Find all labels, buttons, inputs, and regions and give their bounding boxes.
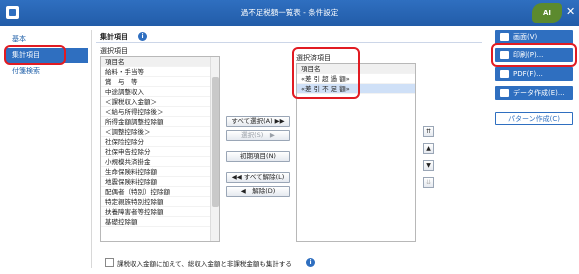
list-item[interactable]: 所得金額調整控除額 [101, 117, 219, 127]
include-total-checkbox[interactable] [105, 258, 114, 267]
select-all-button[interactable]: すべて選択(A) ▶▶ [226, 116, 290, 127]
list-item[interactable]: 生命保険料控除額 [101, 167, 219, 177]
close-button[interactable]: ✕ [566, 6, 575, 18]
data-export-button-label: データ作成(E)... [513, 89, 565, 97]
screen-button-label: 画面(V) [513, 33, 538, 41]
include-total-label: 課税収入金額に加えて、総収入金額と非課税金額も集計する [117, 260, 292, 268]
list-item[interactable]: 小規模共済掛金 [101, 157, 219, 167]
available-list[interactable]: 項目名 給料・手当等 賞 与 等 中途調整収入 ＜課税収入金額＞ ＜給与所得控除… [100, 56, 220, 242]
available-list-label: 選択項目 [100, 47, 128, 55]
data-icon [500, 89, 509, 97]
monitor-icon [500, 33, 509, 41]
logo-ai: AI [532, 3, 562, 23]
list-item[interactable]: ＜給与所得控除後＞ [101, 107, 219, 117]
list-item[interactable]: 配偶者（特別）控除額 [101, 187, 219, 197]
window-title: 過不足税額一覧表 - 条件設定 [240, 8, 339, 17]
data-export-button[interactable]: データ作成(E)... [495, 86, 573, 100]
pdf-icon [500, 70, 509, 78]
select-button[interactable]: 選択(S) ▶ [226, 130, 290, 141]
scrollbar-thumb[interactable] [212, 77, 219, 207]
list-item[interactable]: 賞 与 等 [101, 77, 219, 87]
list-item[interactable]: ＜課税収入金額＞ [101, 97, 219, 107]
move-bottom-button[interactable]: ⇊ [423, 177, 434, 188]
highlight-frame [292, 47, 360, 99]
highlight-frame [4, 45, 66, 65]
list-item[interactable]: 社保险控除分 [101, 137, 219, 147]
list-item[interactable]: 扶養障害者等控除額 [101, 207, 219, 217]
pattern-create-button[interactable]: パターン作成(C) [495, 112, 573, 125]
move-down-button[interactable]: ▼ [423, 160, 434, 171]
main-panel: 集計項目 i 選択項目 項目名 給料・手当等 賞 与 等 中途調整収入 ＜課税収… [91, 30, 484, 268]
pdf-button[interactable]: PDF(F)... [495, 67, 573, 81]
initial-items-button[interactable]: 初期項目(N) [226, 151, 290, 162]
info-icon[interactable]: i [306, 258, 315, 267]
list-item[interactable]: 給料・手当等 [101, 67, 219, 77]
move-top-button[interactable]: ⇈ [423, 126, 434, 137]
section-title: 集計項目 [100, 33, 128, 41]
title-bar: 過不足税額一覧表 - 条件設定 AI ✕ [0, 0, 579, 26]
info-icon[interactable]: i [138, 32, 147, 41]
sidebar-item-sticky-search[interactable]: 付箋検索 [6, 64, 88, 79]
list-item[interactable]: 社保申告控除分 [101, 147, 219, 157]
deselect-button[interactable]: ◀ 解除(D) [226, 186, 290, 197]
list-item[interactable]: ＜調整控除後＞ [101, 127, 219, 137]
available-scrollbar[interactable] [210, 57, 219, 241]
list-item[interactable]: 特定親族特別控除額 [101, 197, 219, 207]
section-divider [96, 42, 482, 43]
move-up-button[interactable]: ▲ [423, 143, 434, 154]
highlight-frame [491, 43, 577, 67]
pdf-button-label: PDF(F)... [513, 70, 543, 78]
list-item[interactable]: 地震保険料控除額 [101, 177, 219, 187]
list-item[interactable]: 基礎控除額 [101, 217, 219, 227]
list-item[interactable]: 中途調整収入 [101, 87, 219, 97]
available-list-header: 項目名 [101, 57, 219, 67]
deselect-all-button[interactable]: ◀◀ すべて解除(L) [226, 172, 290, 183]
screen-button[interactable]: 画面(V) [495, 30, 573, 44]
